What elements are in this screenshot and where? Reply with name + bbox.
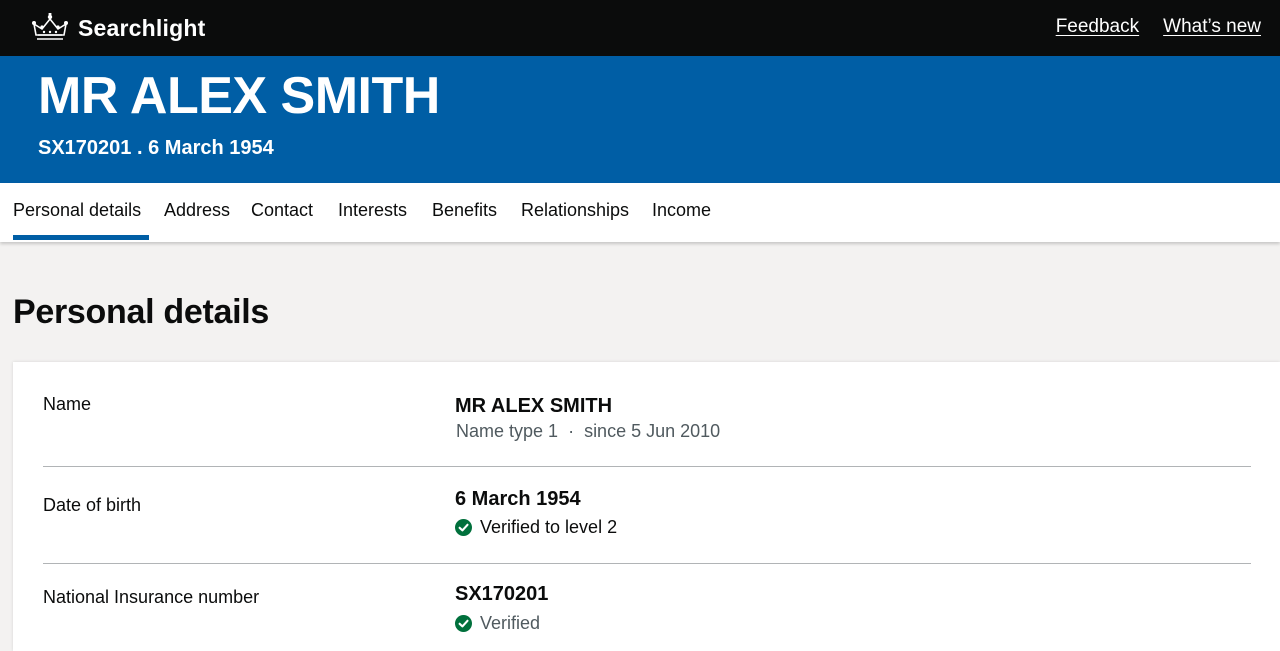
section-tabs: Personal details Address Contact Interes… [0, 183, 1280, 242]
meta-separator: · [568, 421, 575, 441]
personal-details-card: Name MR ALEX SMITH Name type 1 · since 5… [13, 362, 1280, 651]
row-divider [43, 563, 1251, 564]
name-meta: Name type 1 · since 5 Jun 2010 [456, 421, 720, 442]
banner-dob: 6 March 1954 [148, 137, 274, 159]
nino-verification-status: Verified [455, 613, 540, 634]
name-type: Name type 1 [456, 421, 559, 441]
check-circle-icon [455, 615, 472, 632]
nino-label: National Insurance number [43, 587, 260, 607]
name-label: Name [43, 394, 92, 414]
banner-separator: . [136, 137, 143, 159]
dob-label: Date of birth [43, 495, 142, 515]
person-name-heading: MR ALEX SMITH [38, 67, 440, 125]
tab-address[interactable]: Address [164, 200, 230, 221]
nino-status-text: Verified [480, 613, 541, 633]
dob-verification-status: Verified to level 2 [455, 517, 617, 538]
top-header-bar: Searchlight Feedback What’s new [0, 0, 1280, 56]
tab-income[interactable]: Income [652, 200, 711, 221]
section-title: Personal details [13, 293, 269, 331]
person-banner: MR ALEX SMITH SX170201 . 6 March 1954 [0, 56, 1280, 183]
dob-status-text: Verified to level 2 [480, 517, 618, 537]
tab-personal-details[interactable]: Personal details [13, 200, 150, 240]
feedback-link[interactable]: Feedback [1056, 16, 1139, 38]
person-summary: SX170201 . 6 March 1954 [38, 137, 274, 160]
whats-new-link[interactable]: What’s new [1163, 16, 1261, 38]
name-value: MR ALEX SMITH [455, 395, 613, 417]
service-name: Searchlight [78, 14, 206, 41]
check-circle-icon [455, 519, 472, 536]
banner-nino: SX170201 [38, 137, 132, 159]
crown-icon [32, 13, 68, 40]
tab-interests[interactable]: Interests [338, 200, 407, 221]
service-brand[interactable]: Searchlight [32, 12, 205, 44]
nino-value: SX170201 [455, 583, 549, 605]
row-divider [43, 466, 1251, 467]
tab-contact[interactable]: Contact [251, 200, 313, 221]
name-since: since 5 Jun 2010 [584, 421, 721, 441]
dob-value: 6 March 1954 [455, 488, 581, 510]
tab-relationships[interactable]: Relationships [521, 200, 629, 221]
tab-benefits[interactable]: Benefits [432, 200, 497, 221]
header-links: Feedback What’s new [1056, 16, 1261, 38]
